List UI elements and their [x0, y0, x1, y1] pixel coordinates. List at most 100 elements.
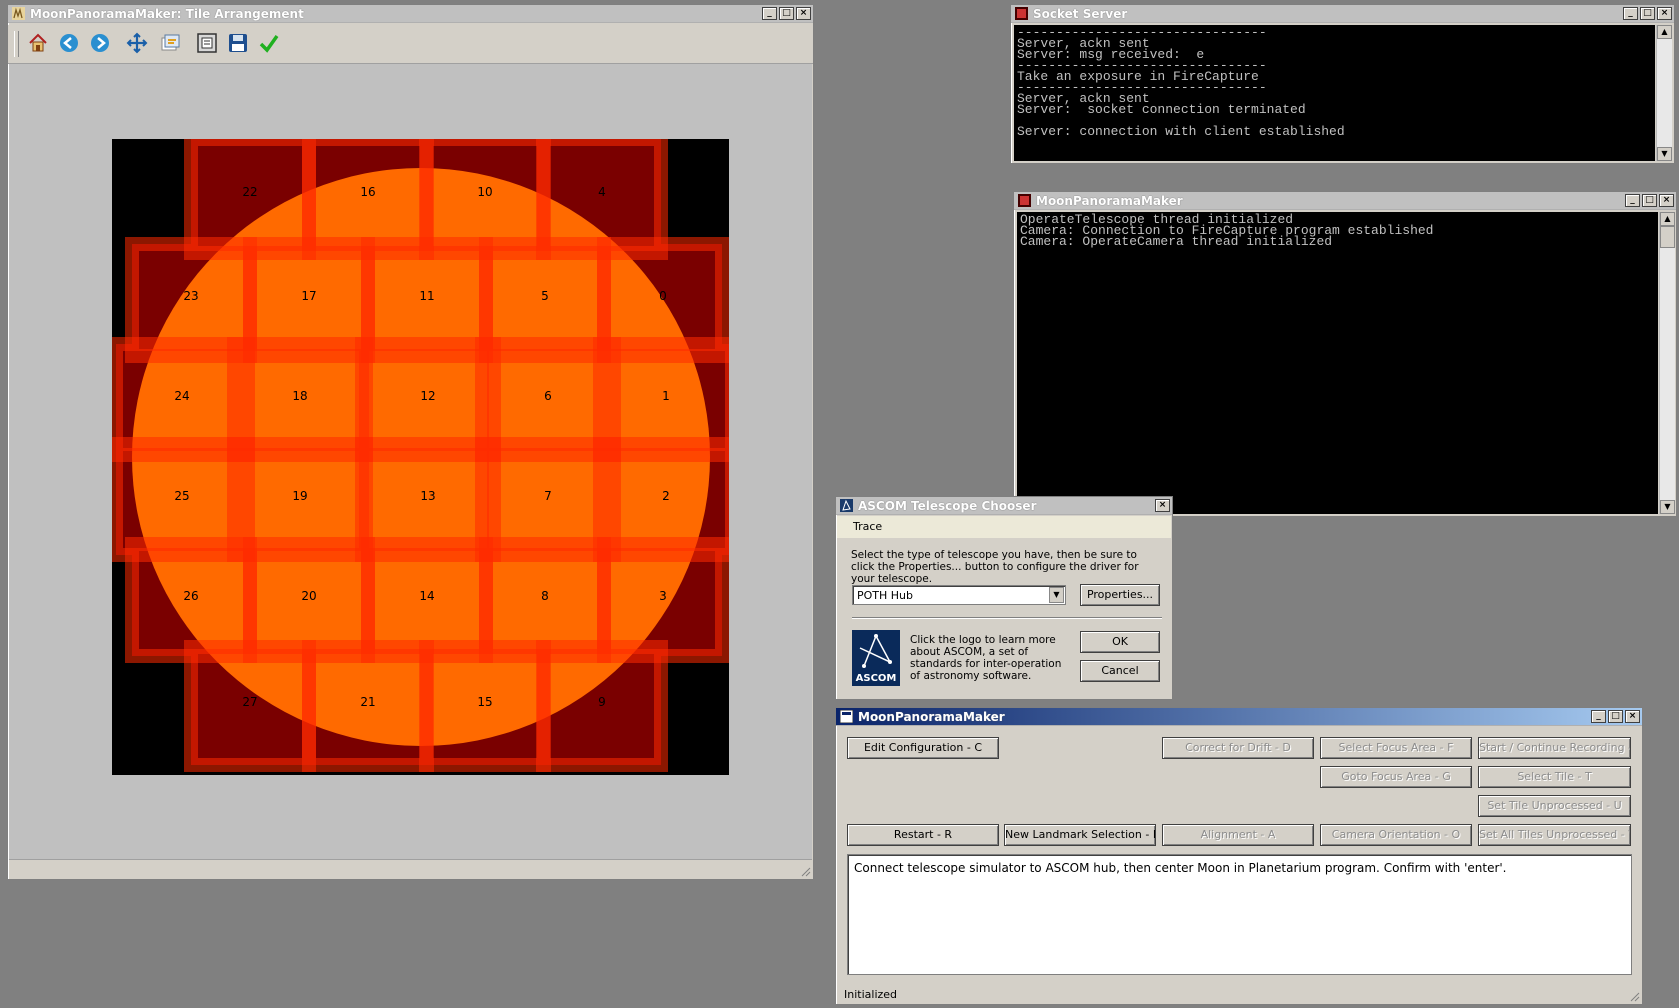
minimize-button[interactable]: _	[1591, 710, 1606, 723]
tile-window-statusbar	[9, 859, 812, 878]
maximize-button[interactable]: □	[1608, 710, 1623, 723]
console-app-icon	[1018, 194, 1031, 207]
tile-label-20: 20	[301, 589, 317, 603]
minimize-button[interactable]: _	[762, 7, 777, 20]
home-icon[interactable]	[27, 32, 49, 54]
tile-label-19: 19	[292, 488, 308, 503]
ascom-logo-text: ASCOM	[855, 673, 897, 684]
ascom-instructions: Select the type of telescope you have, t…	[851, 549, 1139, 585]
tile-label-23: 23	[183, 289, 199, 303]
ascom-app-icon	[840, 499, 853, 512]
ascom-title: ASCOM Telescope Chooser	[858, 499, 1037, 513]
set-all-tiles-unprocessed-button[interactable]: Set All Tiles Unprocessed - V	[1478, 824, 1631, 846]
minimize-button[interactable]: _	[1623, 7, 1638, 20]
ascom-titlebar[interactable]: ASCOM Telescope Chooser ×	[836, 497, 1172, 515]
tile-label-2: 2	[662, 488, 670, 503]
properties-button[interactable]: Properties...	[1080, 584, 1160, 606]
goto-focus-area-button[interactable]: Goto Focus Area - G	[1320, 766, 1472, 788]
forward-arrow-icon[interactable]	[89, 32, 111, 54]
close-button[interactable]: ×	[1155, 499, 1170, 512]
main-titlebar[interactable]: MoonPanoramaMaker _ □ ×	[836, 708, 1642, 726]
tile-label-8: 8	[541, 589, 549, 603]
console-app-icon	[1015, 7, 1028, 20]
resize-grip-icon[interactable]	[799, 865, 811, 877]
close-button[interactable]: ×	[796, 7, 811, 20]
tile-label-9: 9	[598, 695, 606, 709]
close-button[interactable]: ×	[1625, 710, 1640, 723]
tile-label-22: 22	[242, 185, 258, 199]
scroll-thumb[interactable]	[1660, 226, 1675, 248]
tile-label-5: 5	[541, 289, 549, 303]
correct-drift-button[interactable]: Correct for Drift - D	[1162, 737, 1314, 759]
edit-configuration-button[interactable]: Edit Configuration - C	[847, 737, 999, 759]
zoom-rect-icon[interactable]	[196, 32, 218, 54]
tile-label-18: 18	[292, 388, 308, 403]
tile-label-26: 26	[183, 589, 199, 603]
ascom-logo[interactable]: ASCOM	[852, 630, 900, 686]
restart-button[interactable]: Restart - R	[847, 824, 999, 846]
tile-arrangement-plot[interactable]	[112, 139, 729, 775]
back-arrow-icon[interactable]	[58, 32, 80, 54]
ascom-menubar: Trace	[837, 516, 1171, 538]
console-title: MoonPanoramaMaker	[1036, 194, 1183, 208]
tile-label-21: 21	[360, 695, 376, 709]
tile-label-6: 6	[544, 388, 552, 403]
scroll-down-arrow-icon[interactable]: ▼	[1657, 147, 1672, 161]
cancel-button[interactable]: Cancel	[1080, 660, 1160, 682]
check-icon[interactable]	[258, 32, 280, 54]
toolbar-grip	[14, 31, 19, 57]
tile-label-14: 14	[419, 589, 435, 603]
console-scrollbar[interactable]: ▲ ▼	[1659, 212, 1675, 514]
tile-label-11: 11	[419, 289, 435, 303]
tile-window-title: MoonPanoramaMaker: Tile Arrangement	[30, 7, 304, 21]
camera-orientation-button[interactable]: Camera Orientation - O	[1320, 824, 1472, 846]
alignment-button[interactable]: Alignment - A	[1162, 824, 1314, 846]
tile-label-17: 17	[301, 289, 317, 303]
save-icon[interactable]	[227, 32, 249, 54]
console-window: MoonPanoramaMaker _ □ × OperateTelescope…	[1013, 191, 1677, 517]
ascom-about-text: Click the logo to learn more about ASCOM…	[910, 634, 1062, 682]
tile-label-27: 27	[242, 695, 258, 709]
socket-server-title: Socket Server	[1033, 7, 1128, 21]
tile-window-titlebar[interactable]: MoonPanoramaMaker: Tile Arrangement _ □ …	[8, 5, 813, 23]
close-button[interactable]: ×	[1659, 194, 1674, 207]
tile-label-16: 16	[360, 185, 376, 199]
telescope-select[interactable]: POTH Hub ▼	[852, 585, 1066, 605]
tile-label-12: 12	[420, 388, 436, 403]
tile-arrangement-window: MoonPanoramaMaker: Tile Arrangement _ □ …	[7, 4, 814, 880]
message-text: Connect telescope simulator to ASCOM hub…	[854, 861, 1507, 875]
pan-move-icon[interactable]	[126, 32, 148, 54]
minimize-button[interactable]: _	[1625, 194, 1640, 207]
menu-trace[interactable]: Trace	[853, 520, 882, 533]
socket-server-output: -------------------------------- Server,…	[1014, 25, 1655, 161]
tile-label-1: 1	[662, 388, 670, 403]
select-focus-area-button[interactable]: Select Focus Area - F	[1320, 737, 1472, 759]
chevron-down-icon[interactable]: ▼	[1049, 587, 1064, 603]
new-landmark-button[interactable]: New Landmark Selection - L	[1004, 824, 1156, 846]
telescope-select-value: POTH Hub	[857, 589, 914, 602]
close-button[interactable]: ×	[1657, 7, 1672, 20]
socket-server-scrollbar[interactable]: ▲ ▼	[1656, 25, 1672, 161]
maximize-button[interactable]: □	[1640, 7, 1655, 20]
main-window: MoonPanoramaMaker _ □ × Edit Configurati…	[835, 707, 1643, 1005]
tile-label-10: 10	[477, 185, 493, 199]
maximize-button[interactable]: □	[779, 7, 794, 20]
console-titlebar[interactable]: MoonPanoramaMaker _ □ ×	[1014, 192, 1676, 210]
scroll-up-arrow-icon[interactable]: ▲	[1657, 25, 1672, 39]
configure-subplots-icon[interactable]	[159, 32, 181, 54]
set-tile-unprocessed-button[interactable]: Set Tile Unprocessed - U	[1478, 795, 1631, 817]
ascom-divider	[852, 617, 1162, 619]
message-box[interactable]: Connect telescope simulator to ASCOM hub…	[847, 854, 1632, 975]
start-recording-button[interactable]: Start / Continue Recording - S	[1478, 737, 1631, 759]
ascom-chooser-dialog: ASCOM Telescope Chooser × Trace Select t…	[835, 496, 1173, 700]
scroll-up-arrow-icon[interactable]: ▲	[1660, 212, 1675, 226]
window-app-icon	[840, 710, 853, 723]
resize-grip-icon[interactable]	[1628, 990, 1640, 1002]
scroll-down-arrow-icon[interactable]: ▼	[1660, 500, 1675, 514]
select-tile-button[interactable]: Select Tile - T	[1478, 766, 1631, 788]
ok-button[interactable]: OK	[1080, 631, 1160, 653]
socket-server-window: Socket Server _ □ × --------------------…	[1010, 4, 1675, 164]
status-text: Initialized	[844, 988, 898, 1001]
socket-server-titlebar[interactable]: Socket Server _ □ ×	[1011, 5, 1674, 23]
maximize-button[interactable]: □	[1642, 194, 1657, 207]
